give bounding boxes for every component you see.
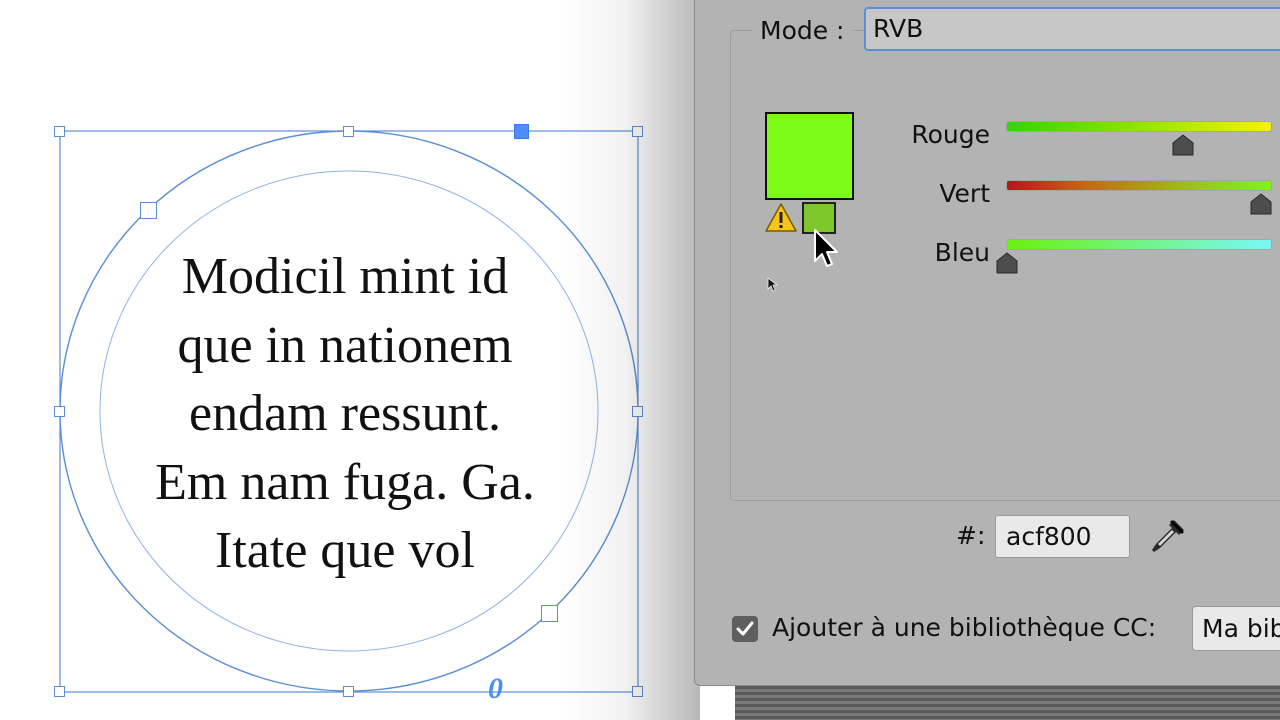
- text-line: Itate que vol: [215, 522, 475, 579]
- text-line: Em nam fuga. Ga.: [155, 453, 535, 511]
- text-line: Modicil mint id: [181, 248, 509, 305]
- slider-track-rouge[interactable]: [1007, 122, 1271, 131]
- handle-bottom-left[interactable]: [54, 686, 65, 697]
- hex-input[interactable]: acf800: [995, 515, 1130, 558]
- small-pointer-icon: [767, 277, 779, 292]
- hex-label: #:: [956, 521, 986, 550]
- slider-track-bleu[interactable]: [1007, 240, 1271, 249]
- library-select[interactable]: Ma bibliothèque: [1192, 606, 1280, 651]
- slider-thumb-rouge[interactable]: [1172, 134, 1194, 156]
- inset-handle-top-left[interactable]: [140, 202, 157, 219]
- mouse-pointer-icon: [814, 229, 838, 267]
- slider-label-rouge: Rouge: [911, 120, 990, 149]
- handle-top-left[interactable]: [54, 126, 65, 137]
- text-line: endam ressunt.: [189, 385, 501, 442]
- slider-thumb-vert[interactable]: [1250, 193, 1272, 215]
- warning-triangle-icon[interactable]: [764, 202, 798, 234]
- mode-select[interactable]: RVB: [864, 7, 1280, 51]
- frame-text[interactable]: Modicil mint id que in nationem endam re…: [100, 243, 590, 586]
- dialog-shadow: [560, 0, 700, 720]
- add-to-library-label[interactable]: Ajouter à une bibliothèque CC:: [772, 613, 1156, 642]
- current-color-swatch: [765, 112, 854, 200]
- slider-label-vert: Vert: [939, 179, 990, 208]
- handle-top-center[interactable]: [343, 126, 354, 137]
- eyedropper-icon[interactable]: [1146, 516, 1188, 558]
- slider-label-bleu: Bleu: [934, 238, 990, 267]
- checkmark-icon: [736, 621, 754, 636]
- text-line: que in nationem: [177, 316, 513, 374]
- text-path-marker[interactable]: 0: [488, 672, 503, 706]
- handle-bottom-center[interactable]: [343, 686, 354, 697]
- slider-track-vert[interactable]: [1007, 181, 1271, 190]
- frame-anchor-handle[interactable]: [514, 124, 529, 139]
- add-to-library-checkbox[interactable]: [732, 616, 758, 642]
- handle-middle-left[interactable]: [54, 406, 65, 417]
- background-panel: [735, 686, 1280, 720]
- slider-thumb-bleu[interactable]: [996, 252, 1018, 274]
- inset-handle-bottom-right[interactable]: [541, 605, 558, 622]
- mode-label: Mode :: [752, 14, 853, 48]
